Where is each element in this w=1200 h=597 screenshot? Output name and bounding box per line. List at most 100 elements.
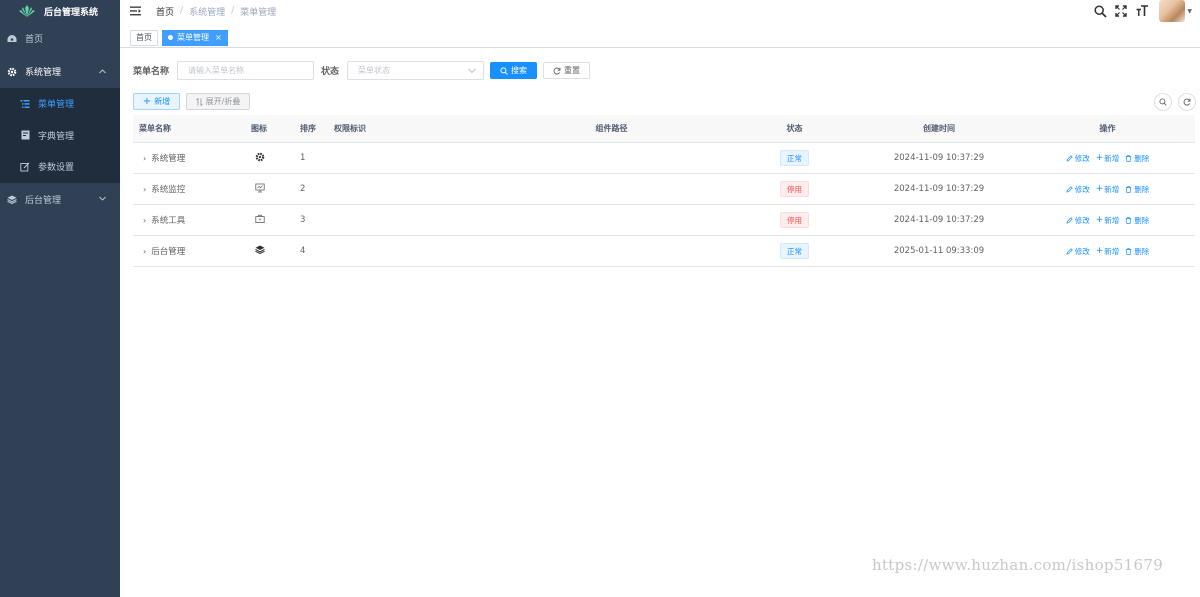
- expand-collapse-button[interactable]: 展开/折叠: [186, 93, 250, 110]
- status-badge: 停用: [780, 212, 809, 228]
- add-child-button[interactable]: + 新增: [1096, 215, 1120, 226]
- tree-table-icon: [19, 98, 31, 110]
- expand-arrow-icon[interactable]: ›: [143, 185, 146, 194]
- sidebar-item-label: 菜单管理: [38, 100, 75, 111]
- sidebar-item-system[interactable]: 系统管理: [0, 55, 120, 88]
- add-child-button[interactable]: + 新增: [1096, 184, 1120, 195]
- col-name: 菜单名称: [139, 124, 171, 133]
- row-time: 2024-11-09 10:37:29: [893, 153, 985, 163]
- plus-icon: +: [1095, 184, 1104, 194]
- col-ops: 操作: [1099, 124, 1116, 133]
- table-row: › 系统监控 2 停用 2024-11-09 10:37:29 修改 + 新增 删…: [133, 174, 1195, 205]
- plus-icon: +: [1095, 246, 1104, 256]
- sidebar-item-backend[interactable]: 后台管理: [0, 183, 120, 216]
- row-order: 2: [300, 184, 306, 194]
- status-badge: 正常: [780, 243, 809, 259]
- expand-arrow-icon[interactable]: ›: [143, 247, 146, 256]
- edit-button[interactable]: 修改: [1066, 215, 1090, 226]
- watermark: https://www.huzhan.com/ishop51679: [872, 556, 1164, 574]
- dict-icon: [19, 129, 31, 141]
- expand-arrow-icon[interactable]: ›: [143, 216, 146, 225]
- tag-label: 菜单管理: [177, 33, 209, 42]
- navbar: 首页 / 系统管理 / 菜单管理 ▼: [120, 0, 1200, 22]
- row-time: 2024-11-09 10:37:29: [893, 215, 985, 225]
- fullscreen-icon[interactable]: [1114, 4, 1128, 18]
- sidebar-item-label: 系统管理: [25, 68, 62, 78]
- col-order: 排序: [300, 124, 316, 133]
- hamburger-icon[interactable]: [130, 4, 144, 18]
- col-time: 创建时间: [923, 124, 955, 133]
- right-menu: ▼: [1093, 0, 1200, 22]
- reset-button[interactable]: 重置: [543, 62, 591, 79]
- expand-arrow-icon[interactable]: ›: [143, 154, 146, 163]
- edit-button[interactable]: 修改: [1066, 153, 1090, 164]
- tag-menu-manage[interactable]: 菜单管理 ×: [162, 29, 228, 46]
- delete-button[interactable]: 删除: [1125, 246, 1149, 257]
- edit-icon: [1066, 154, 1073, 161]
- trash-icon: [1126, 185, 1132, 193]
- gear-icon: [255, 152, 265, 165]
- avatar[interactable]: [1159, 0, 1186, 22]
- layers-icon: [255, 245, 265, 257]
- sidebar-item-home[interactable]: 首页: [0, 22, 120, 55]
- row-name: 系统工具: [151, 216, 186, 226]
- row-name: 系统监控: [151, 185, 186, 195]
- row-order: 1: [300, 153, 306, 163]
- edit-icon: [19, 161, 31, 173]
- delete-button[interactable]: 删除: [1125, 215, 1149, 226]
- sidebar-item-params[interactable]: 参数设置: [0, 151, 120, 183]
- trash-icon: [1126, 216, 1132, 224]
- tags-view: 首页 菜单管理 ×: [120, 28, 1200, 48]
- menu-table: 菜单名称 图标 排序 权限标识 组件路径 状态 创建时间 操作 › 系统管理 1…: [133, 115, 1195, 267]
- layers-icon: [6, 193, 18, 205]
- plus-icon: +: [1095, 153, 1104, 163]
- edit-icon: [1066, 216, 1073, 223]
- main-content: 菜单名称 请输入菜单名称 状态 菜单状态 搜索 重置 + 新增 展开/折叠 菜单…: [120, 49, 1200, 597]
- font-size-icon[interactable]: [1135, 4, 1149, 18]
- trash-icon: [1126, 247, 1132, 255]
- plus-icon: +: [1095, 215, 1104, 225]
- add-child-button[interactable]: + 新增: [1096, 246, 1120, 257]
- plus-icon: +: [142, 96, 152, 107]
- search-icon: [1159, 98, 1167, 106]
- menu-name-input[interactable]: 请输入菜单名称: [177, 61, 315, 80]
- tag-home[interactable]: 首页: [130, 29, 158, 46]
- sort-icon: [195, 97, 203, 106]
- breadcrumb-current: 菜单管理: [240, 7, 277, 18]
- sidebar-item-label: 首页: [25, 35, 44, 45]
- sidebar-item-dict-manage[interactable]: 字典管理: [0, 120, 120, 152]
- add-button[interactable]: + 新增: [133, 93, 180, 110]
- caret-down-icon[interactable]: ▼: [1187, 8, 1192, 15]
- toggle-search-button[interactable]: [1154, 93, 1172, 111]
- search-button[interactable]: 搜索: [490, 62, 538, 79]
- add-child-button[interactable]: + 新增: [1096, 153, 1120, 164]
- status-badge: 正常: [780, 150, 809, 166]
- logo[interactable]: 后台管理系统: [0, 0, 120, 22]
- status-select[interactable]: 菜单状态: [347, 61, 485, 80]
- col-status: 状态: [786, 124, 803, 133]
- menu-name-label: 菜单名称: [133, 67, 170, 77]
- delete-button[interactable]: 删除: [1125, 184, 1149, 195]
- toolbox-icon: [255, 214, 265, 227]
- chevron-down-icon: [99, 194, 106, 204]
- submenu-system: 菜单管理 字典管理 参数设置: [0, 88, 120, 183]
- edit-button[interactable]: 修改: [1066, 184, 1090, 195]
- gear-icon: [6, 66, 18, 78]
- close-icon[interactable]: ×: [215, 33, 222, 42]
- trash-icon: [1126, 154, 1132, 162]
- sidebar-item-label: 后台管理: [25, 195, 62, 206]
- delete-button[interactable]: 删除: [1125, 153, 1149, 164]
- monitor-icon: [255, 183, 265, 196]
- table-header: 菜单名称 图标 排序 权限标识 组件路径 状态 创建时间 操作: [133, 115, 1195, 143]
- refresh-button[interactable]: [1178, 93, 1196, 111]
- breadcrumb-home[interactable]: 首页: [156, 5, 174, 18]
- search-icon[interactable]: [1093, 4, 1107, 18]
- search-icon: [500, 66, 508, 75]
- edit-button[interactable]: 修改: [1066, 246, 1090, 257]
- col-icon: 图标: [251, 124, 267, 133]
- table-row: › 系统工具 3 停用 2024-11-09 10:37:29 修改 + 新增 删…: [133, 205, 1195, 236]
- sidebar-item-menu-manage[interactable]: 菜单管理: [0, 88, 120, 120]
- row-order: 4: [300, 246, 306, 256]
- col-perm: 权限标识: [334, 124, 366, 133]
- chevron-down-icon: [468, 67, 476, 76]
